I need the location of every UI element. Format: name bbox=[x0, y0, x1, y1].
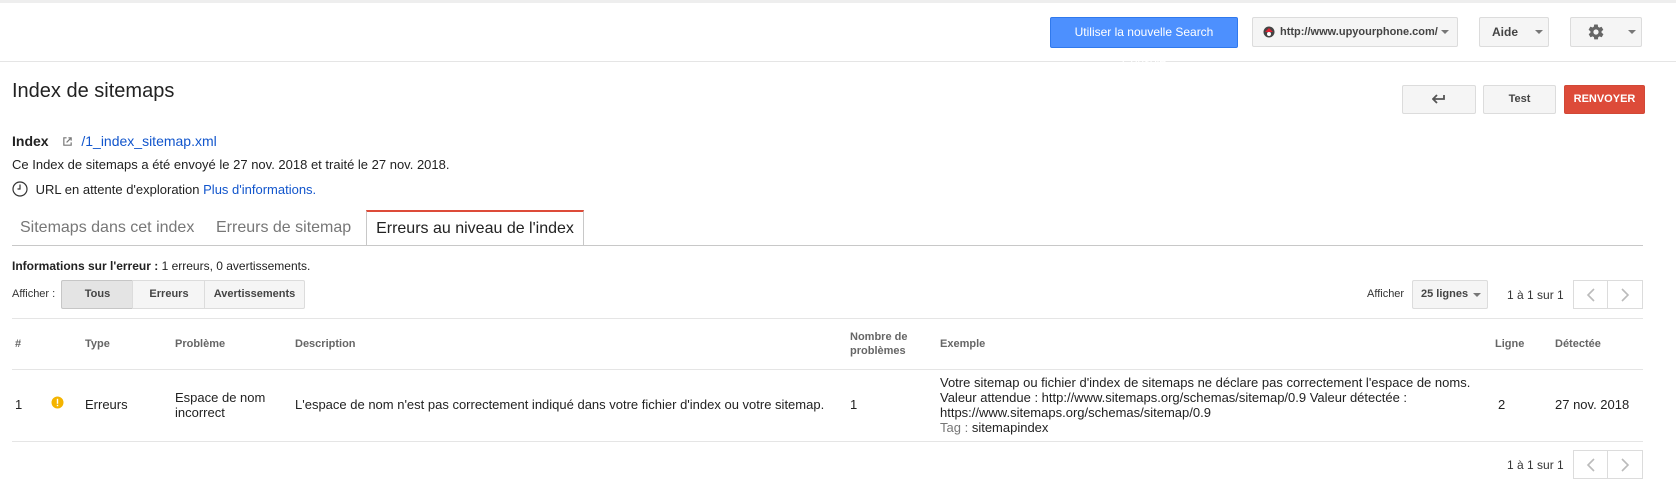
tab-sitemap-errors[interactable]: Erreurs de sitemap bbox=[216, 211, 351, 245]
filter-errors-button[interactable]: Erreurs bbox=[132, 280, 206, 309]
cell-example-line1: Votre sitemap ou fichier d'index de site… bbox=[940, 375, 1471, 390]
index-label: Index bbox=[12, 133, 49, 149]
settings-button[interactable] bbox=[1570, 17, 1642, 47]
pending-text: URL en attente d'exploration bbox=[35, 182, 200, 197]
col-num: # bbox=[15, 338, 22, 350]
cell-num: 1 bbox=[15, 397, 23, 412]
col-example: Exemple bbox=[940, 338, 986, 350]
site-url: http://www.upyourphone.com/ bbox=[1280, 26, 1438, 38]
help-button[interactable]: Aide bbox=[1479, 17, 1549, 47]
rows-per-page-select[interactable]: 25 lignes bbox=[1412, 280, 1488, 309]
more-info-link[interactable]: Plus d'informations. bbox=[203, 182, 316, 197]
back-button[interactable] bbox=[1402, 85, 1476, 114]
dropdown-caret-icon bbox=[1535, 30, 1543, 34]
cell-problem-line1: Espace de nom bbox=[175, 390, 266, 405]
cell-problem-line2: incorrect bbox=[175, 405, 225, 420]
header-bar: Utiliser la nouvelle Search Console http… bbox=[0, 3, 1676, 68]
tag-value: sitemapindex bbox=[971, 420, 1049, 435]
cell-example-tag: Tag : sitemapindex bbox=[940, 420, 1048, 435]
chevron-right-icon bbox=[1621, 288, 1630, 302]
cell-line: 2 bbox=[1498, 397, 1506, 412]
site-selector[interactable]: http://www.upyourphone.com/ bbox=[1252, 17, 1458, 47]
new-search-console-button[interactable]: Utiliser la nouvelle Search Console bbox=[1050, 17, 1238, 68]
col-count-line2: problèmes bbox=[850, 345, 906, 357]
resubmit-button[interactable]: RENVOYER bbox=[1564, 85, 1645, 114]
dropdown-caret-icon bbox=[1473, 293, 1481, 297]
dropdown-caret-icon bbox=[1441, 30, 1449, 34]
rows-per-page-value: 25 lignes bbox=[1421, 288, 1469, 300]
next-page-button-bottom[interactable] bbox=[1607, 450, 1643, 479]
col-type: Type bbox=[85, 338, 110, 350]
index-line: Index /1_index_sitemap.xml bbox=[12, 133, 217, 149]
tab-index-errors[interactable]: Erreurs au niveau de l'index bbox=[366, 210, 584, 245]
error-info: Informations sur l'erreur : 1 erreurs, 0… bbox=[12, 259, 310, 273]
external-link-icon[interactable] bbox=[62, 136, 73, 147]
chevron-left-icon bbox=[1586, 288, 1595, 302]
filter-all-button[interactable]: Tous bbox=[61, 280, 134, 309]
col-count-line1: Nombre de bbox=[850, 331, 908, 343]
pagination-text-bottom: 1 à 1 sur 1 bbox=[1507, 458, 1564, 472]
dropdown-caret-icon bbox=[1628, 30, 1636, 34]
index-link[interactable]: /1_index_sitemap.xml bbox=[81, 133, 216, 149]
prev-page-button[interactable] bbox=[1573, 280, 1609, 309]
help-label: Aide bbox=[1492, 25, 1519, 39]
error-info-value: 1 erreurs, 0 avertissements. bbox=[161, 259, 311, 273]
chevron-left-icon bbox=[1586, 458, 1595, 472]
pending-line: URL en attente d'exploration Plus d'info… bbox=[12, 181, 316, 197]
table-row: 1 Erreurs Espace de nom incorrect L'espa… bbox=[12, 369, 1643, 442]
chevron-right-icon bbox=[1621, 458, 1630, 472]
rows-per-page-label: Afficher bbox=[1367, 288, 1405, 300]
gear-icon bbox=[1588, 24, 1604, 40]
cell-example-line3: https://www.sitemaps.org/schemas/sitemap… bbox=[940, 405, 1211, 420]
pagination-text: 1 à 1 sur 1 bbox=[1507, 288, 1564, 302]
cell-description: L'espace de nom n'est pas correctement i… bbox=[295, 397, 825, 412]
table-header: # Type Problème Description Nombre de pr… bbox=[12, 318, 1643, 370]
tab-bar: Sitemaps dans cet index Erreurs de sitem… bbox=[12, 210, 1643, 246]
col-description: Description bbox=[295, 338, 356, 350]
cell-example-line2: Valeur attendue : http://www.sitemaps.or… bbox=[940, 390, 1408, 405]
site-favicon-icon bbox=[1263, 26, 1275, 38]
back-arrow-icon bbox=[1432, 94, 1445, 104]
filter-label: Afficher : bbox=[12, 288, 56, 300]
submitted-text: Ce Index de sitemaps a été envoyé le 27 … bbox=[12, 157, 450, 172]
cell-detected: 27 nov. 2018 bbox=[1555, 397, 1630, 412]
col-line: Ligne bbox=[1495, 338, 1525, 350]
warning-icon bbox=[51, 396, 64, 409]
filter-warnings-button[interactable]: Avertissements bbox=[204, 280, 305, 309]
test-button[interactable]: Test bbox=[1483, 85, 1556, 114]
next-page-button[interactable] bbox=[1607, 280, 1643, 309]
page-title: Index de sitemaps bbox=[12, 80, 175, 102]
col-problem: Problème bbox=[175, 338, 226, 350]
tag-label: Tag : bbox=[940, 420, 969, 435]
cell-count: 1 bbox=[850, 397, 858, 412]
prev-page-button-bottom[interactable] bbox=[1573, 450, 1609, 479]
clock-icon bbox=[12, 181, 28, 197]
col-detected: Détectée bbox=[1555, 338, 1601, 350]
tab-sitemaps-in-index[interactable]: Sitemaps dans cet index bbox=[20, 211, 194, 245]
error-info-label: Informations sur l'erreur : bbox=[12, 259, 159, 273]
cell-type: Erreurs bbox=[85, 397, 128, 412]
